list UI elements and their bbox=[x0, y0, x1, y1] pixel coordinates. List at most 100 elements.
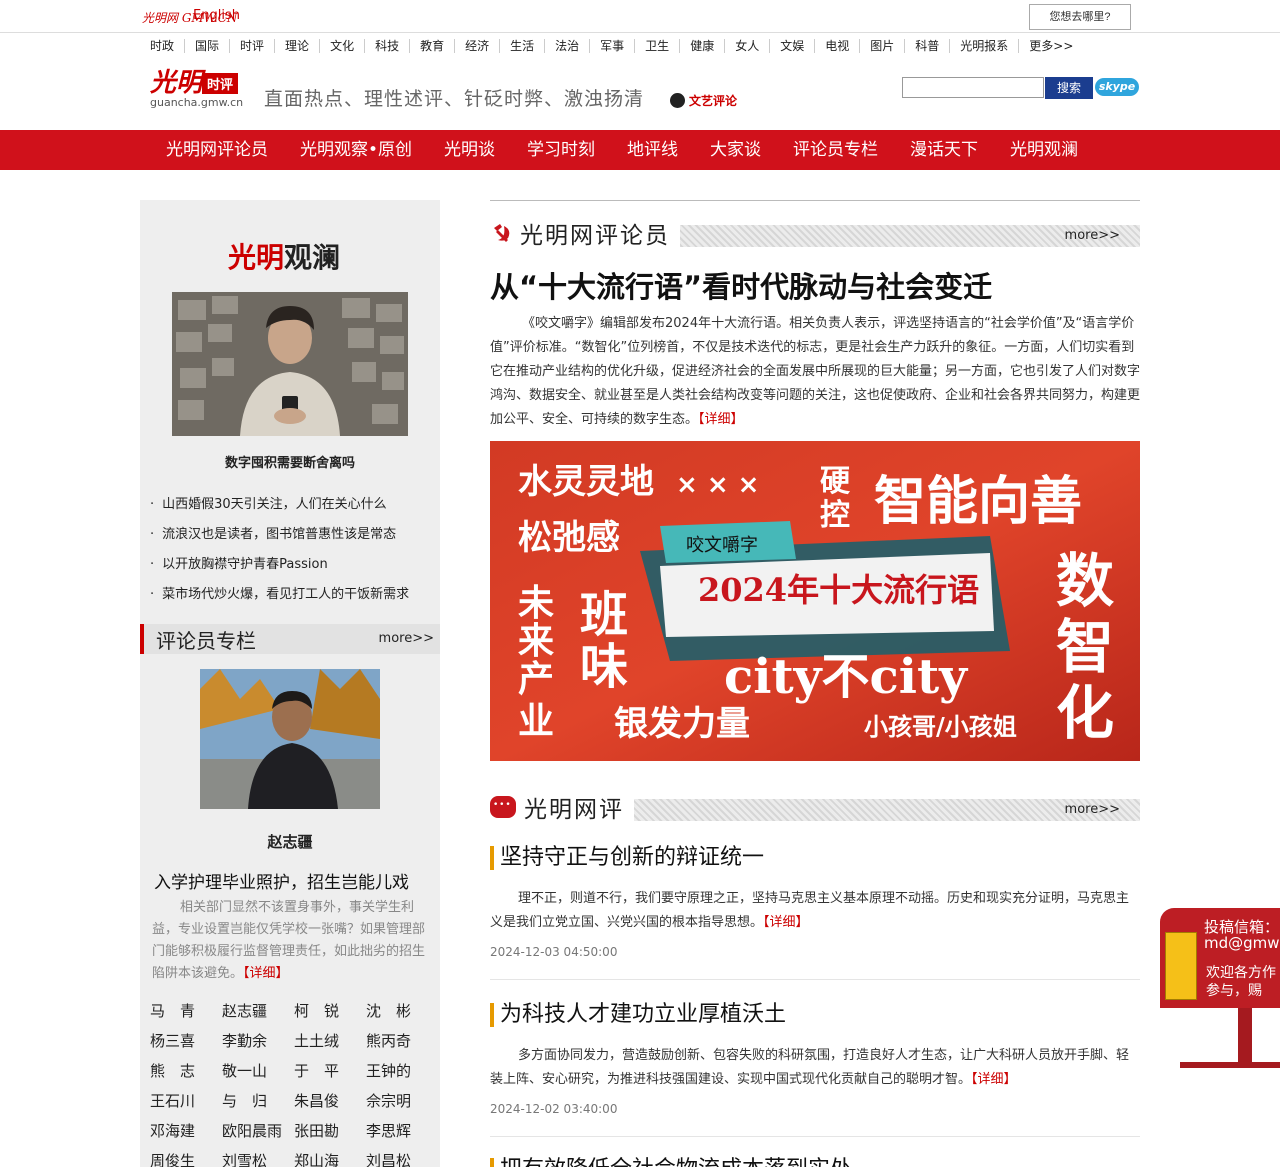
columnist-name-link[interactable]: 于 平 bbox=[294, 1056, 366, 1086]
columnist-name-link[interactable]: 朱昌俊 bbox=[294, 1086, 366, 1116]
main-nav-item[interactable]: 漫话天下 bbox=[894, 130, 994, 170]
article-title[interactable]: 坚持守正与创新的辩证统一 bbox=[490, 846, 764, 870]
main-nav-item[interactable]: 地评线 bbox=[611, 130, 694, 170]
section-header-gmw-comment: 光明网评 more>> bbox=[490, 793, 1140, 823]
columnist-name-link[interactable]: 邓海建 bbox=[150, 1116, 222, 1146]
record-disc-icon bbox=[670, 93, 685, 108]
feature-image[interactable] bbox=[172, 292, 408, 436]
skype-icon[interactable]: skype bbox=[1095, 78, 1139, 96]
banner-word-5-a: 未 bbox=[518, 582, 554, 624]
channel-link[interactable]: 文化 bbox=[320, 39, 366, 53]
section-more-link[interactable]: more>> bbox=[1065, 228, 1120, 243]
channel-link[interactable]: 理论 bbox=[275, 39, 321, 53]
channel-link[interactable]: 文娱 bbox=[770, 39, 816, 53]
banner-word-6a: 班 bbox=[580, 587, 628, 643]
headline[interactable]: 从“十大流行语”看时代脉动与社会变迁 bbox=[490, 264, 992, 306]
columnist-name-link[interactable]: 王石川 bbox=[150, 1086, 222, 1116]
wenyi-link[interactable]: 文艺评论 bbox=[670, 92, 737, 109]
columnist-name-link[interactable]: 周俊生 bbox=[150, 1146, 222, 1167]
column-detail-link[interactable]: 【详细】 bbox=[243, 966, 289, 981]
mailbox-line-2: md@gmw bbox=[1204, 934, 1280, 952]
columnist-name-link[interactable]: 与 归 bbox=[222, 1086, 294, 1116]
columnist-name-link[interactable]: 熊丙奇 bbox=[366, 1026, 438, 1056]
submission-mailbox[interactable]: 投稿信箱： md@gmw 欢迎各方作 参与，赐 bbox=[1160, 908, 1280, 1068]
search-button[interactable]: 搜索 bbox=[1045, 77, 1093, 99]
list-item[interactable]: 菜市场代炒火爆，看见打工人的干饭新需求 bbox=[150, 580, 440, 610]
feature-caption[interactable]: 数字囤积需要断舍离吗 bbox=[140, 452, 440, 471]
channel-link[interactable]: 经济 bbox=[455, 39, 501, 53]
columnist-name-link[interactable]: 熊 志 bbox=[150, 1056, 222, 1086]
english-link[interactable]: English bbox=[193, 8, 240, 23]
columnist-name-link[interactable]: 沈 彬 bbox=[366, 996, 438, 1026]
list-item[interactable]: 流浪汉也是读者，图书馆普惠性该是常态 bbox=[150, 520, 440, 550]
channel-link[interactable]: 女人 bbox=[725, 39, 771, 53]
brand-url: guancha.gmw.cn bbox=[150, 96, 244, 109]
columnist-name-link[interactable]: 李勤余 bbox=[222, 1026, 294, 1056]
banner-word-10-b: 智 bbox=[1056, 613, 1114, 681]
section-title[interactable]: 光明网评 bbox=[524, 790, 624, 824]
banner-main-title: 2024年十大流行语 bbox=[698, 571, 979, 609]
column-more-link[interactable]: more>> bbox=[379, 631, 434, 646]
channel-link[interactable]: 图片 bbox=[860, 39, 906, 53]
columnist-name-link[interactable]: 李思辉 bbox=[366, 1116, 438, 1146]
columnist-name-link[interactable]: 刘昌松 bbox=[366, 1146, 438, 1167]
columnist-name-link[interactable]: 马 青 bbox=[150, 996, 222, 1026]
columnist-name-link[interactable]: 欧阳晨雨 bbox=[222, 1116, 294, 1146]
search-input[interactable] bbox=[902, 77, 1044, 98]
article-title[interactable]: 为科技人才建功立业厚植沃土 bbox=[490, 1003, 786, 1027]
main-nav-item[interactable]: 大家谈 bbox=[694, 130, 777, 170]
channel-link[interactable]: 时政 bbox=[140, 39, 186, 53]
main-nav-item[interactable]: 光明谈 bbox=[428, 130, 511, 170]
banner-word-5-b: 来 bbox=[518, 620, 554, 662]
channel-link[interactable]: 法治 bbox=[545, 39, 591, 53]
channel-link[interactable]: 教育 bbox=[410, 39, 456, 53]
top-ten-buzzwords-banner[interactable]: 水灵灵地 × × × 松弛感 硬 控 智能向善 咬文嚼字 2024年十大流行语 … bbox=[490, 441, 1140, 761]
column-header-title[interactable]: 评论员专栏 bbox=[156, 625, 256, 654]
columnist-name-link[interactable]: 刘雪松 bbox=[222, 1146, 294, 1167]
article-detail-link[interactable]: 【详细】 bbox=[763, 915, 809, 930]
list-item[interactable]: 山西婚假30天引关注，人们在关心什么 bbox=[150, 490, 440, 520]
columnist-name-link[interactable]: 王钟的 bbox=[366, 1056, 438, 1086]
column-article-title[interactable]: 入学护理毕业照护，招生岂能儿戏 bbox=[154, 868, 434, 893]
channel-link[interactable]: 健康 bbox=[680, 39, 726, 53]
columnist-name-link[interactable]: 佘宗明 bbox=[366, 1086, 438, 1116]
where-to-go-button[interactable]: 您想去哪里? bbox=[1029, 4, 1131, 30]
channel-link[interactable]: 卫生 bbox=[635, 39, 681, 53]
columnist-name-link[interactable]: 张田勘 bbox=[294, 1116, 366, 1146]
list-item[interactable]: 以开放胸襟守护青春Passion bbox=[150, 550, 440, 580]
channel-link[interactable]: 科技 bbox=[365, 39, 411, 53]
headline-detail-link[interactable]: 【详细】 bbox=[698, 412, 744, 427]
main-nav-item[interactable]: 光明网评论员 bbox=[150, 130, 284, 170]
main-nav-item[interactable]: 评论员专栏 bbox=[777, 130, 894, 170]
columnist-name-link[interactable]: 土土绒 bbox=[294, 1026, 366, 1056]
main-nav-item[interactable]: 光明观察•原创 bbox=[284, 130, 428, 170]
channel-link[interactable]: 生活 bbox=[500, 39, 546, 53]
main-nav-item[interactable]: 学习时刻 bbox=[511, 130, 611, 170]
channel-link[interactable]: 科普 bbox=[905, 39, 951, 53]
columnist-name[interactable]: 赵志疆 bbox=[140, 831, 440, 852]
banner-word-10-c: 化 bbox=[1056, 679, 1114, 747]
guanlan-logo[interactable]: 光明观澜 bbox=[228, 236, 340, 276]
channel-link[interactable]: 光明报系 bbox=[950, 39, 1020, 53]
banner-badge: 咬文嚼字 bbox=[686, 535, 758, 556]
site-logo[interactable]: 光明 时评 guancha.gmw.cn bbox=[150, 64, 260, 109]
columnist-name-link[interactable]: 柯 锐 bbox=[294, 996, 366, 1026]
section-more-link[interactable]: more>> bbox=[1065, 802, 1120, 817]
brand-name: 光明 bbox=[150, 68, 203, 98]
columnist-name-link[interactable]: 郑山海 bbox=[294, 1146, 366, 1167]
channel-link[interactable]: 国际 bbox=[185, 39, 231, 53]
columnist-name-link[interactable]: 赵志疆 bbox=[222, 996, 294, 1026]
channel-link[interactable]: 军事 bbox=[590, 39, 636, 53]
main-nav-item[interactable]: 光明观澜 bbox=[994, 130, 1094, 170]
article-detail-link[interactable]: 【详细】 bbox=[971, 1072, 1017, 1087]
section-title[interactable]: 光明网评论员 bbox=[520, 216, 670, 250]
columnist-name-link[interactable]: 敬一山 bbox=[222, 1056, 294, 1086]
article-title[interactable]: 把有效降低全社会物流成本落到实处 bbox=[490, 1158, 852, 1167]
columnist-name-link[interactable]: 杨三喜 bbox=[150, 1026, 222, 1056]
channel-link[interactable]: 电视 bbox=[815, 39, 861, 53]
channel-link[interactable]: 时评 bbox=[230, 39, 276, 53]
channel-link[interactable]: 更多>> bbox=[1019, 39, 1083, 53]
columnist-photo[interactable] bbox=[200, 669, 380, 809]
mailbox-line-3: 欢迎各方作 bbox=[1206, 965, 1276, 981]
guanlan-list: 山西婚假30天引关注，人们在关心什么流浪汉也是读者，图书馆普惠性该是常态以开放胸… bbox=[150, 490, 440, 610]
